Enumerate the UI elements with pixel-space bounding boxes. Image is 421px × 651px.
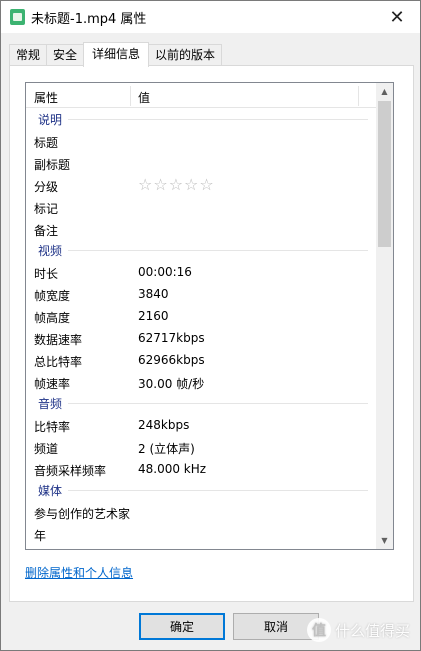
ok-button[interactable]: 确定 — [139, 613, 225, 640]
property-row[interactable]: 比特率 248kbps — [26, 414, 376, 436]
scroll-down-arrow-icon[interactable]: ▼ — [376, 532, 393, 549]
property-name: 帧速率 — [34, 377, 71, 391]
property-name: 标记 — [34, 202, 59, 216]
property-row[interactable]: 分级 ☆☆☆☆☆ — [26, 174, 376, 196]
property-name: 比特率 — [34, 420, 71, 434]
remove-properties-link[interactable]: 删除属性和个人信息 — [25, 564, 133, 581]
section-divider — [68, 403, 368, 404]
property-name: 参与创作的艺术家 — [34, 507, 131, 521]
watermark-text: 什么值得买 — [334, 621, 410, 640]
property-name: 数据速率 — [34, 333, 83, 347]
section-divider — [68, 250, 368, 251]
watermark-logo-icon: 值 — [306, 618, 331, 642]
column-header-value[interactable]: 值 — [138, 89, 150, 106]
property-name: 副标题 — [34, 158, 71, 172]
column-divider[interactable] — [130, 86, 131, 106]
property-row[interactable]: 总比特率 62966kbps — [26, 349, 376, 371]
property-value: 248kbps — [138, 418, 190, 432]
tab-previous-versions[interactable]: 以前的版本 — [148, 44, 223, 66]
property-value: 62717kbps — [138, 331, 205, 345]
property-row[interactable]: 参与创作的艺术家 — [26, 501, 376, 523]
property-row[interactable]: 备注 — [26, 218, 376, 240]
scroll-up-arrow-icon[interactable]: ▲ — [376, 83, 393, 100]
column-divider[interactable] — [358, 86, 359, 106]
close-button[interactable]: ✕ — [374, 1, 420, 33]
property-name: 帧高度 — [34, 311, 71, 325]
property-row[interactable]: 帧速率 30.00 帧/秒 — [26, 371, 376, 393]
property-name: 帧宽度 — [34, 289, 71, 303]
property-row[interactable]: 频道 2 (立体声) — [26, 436, 376, 458]
column-header-property[interactable]: 属性 — [34, 89, 58, 106]
section-video: 视频 — [26, 240, 376, 261]
tab-details[interactable]: 详细信息 — [83, 42, 150, 67]
property-name: 备注 — [34, 224, 59, 238]
property-name: 频道 — [34, 442, 59, 456]
property-value: 2160 — [138, 309, 169, 323]
property-row[interactable]: 帧高度 2160 — [26, 305, 376, 327]
property-name: 音频采样频率 — [34, 464, 107, 478]
property-value: 30.00 帧/秒 — [138, 377, 205, 391]
property-value: 3840 — [138, 287, 169, 301]
section-label: 媒体 — [38, 484, 63, 498]
property-row[interactable]: 副标题 — [26, 152, 376, 174]
property-name: 时长 — [34, 267, 59, 281]
scrollbar-thumb[interactable] — [378, 101, 391, 247]
property-value: 00:00:16 — [138, 265, 192, 279]
property-name: 标题 — [34, 136, 59, 150]
property-value: 48.000 kHz — [138, 462, 207, 476]
property-row[interactable]: 标记 — [26, 196, 376, 218]
section-description: 说明 — [26, 109, 376, 130]
section-audio: 音频 — [26, 393, 376, 414]
properties-dialog: 未标题-1.mp4 属性 ✕ 常规 安全 详细信息 以前的版本 属性 值 说明 … — [0, 0, 421, 651]
property-rows: 说明 标题 副标题 分级 ☆☆☆☆☆ 标记 备注 视频 时长 00:00:16 … — [26, 109, 376, 545]
property-row[interactable]: 年 — [26, 523, 376, 545]
section-divider — [68, 119, 368, 120]
section-label: 音频 — [38, 397, 63, 411]
section-label: 说明 — [38, 113, 63, 127]
property-row[interactable]: 帧宽度 3840 — [26, 283, 376, 305]
property-value: 2 (立体声) — [138, 442, 195, 456]
property-row[interactable]: 时长 00:00:16 — [26, 261, 376, 283]
title-bar[interactable]: 未标题-1.mp4 属性 ✕ — [1, 1, 420, 33]
tab-strip: 常规 安全 详细信息 以前的版本 — [9, 42, 223, 67]
tab-general[interactable]: 常规 — [9, 44, 48, 66]
property-row[interactable]: 音频采样频率 48.000 kHz — [26, 458, 376, 480]
vertical-scrollbar[interactable]: ▲ ▼ — [376, 83, 393, 549]
section-label: 视频 — [38, 244, 63, 258]
watermark: 值 什么值得买 — [306, 618, 410, 642]
rating-stars[interactable]: ☆☆☆☆☆ — [138, 175, 215, 194]
property-name: 总比特率 — [34, 355, 83, 369]
list-header: 属性 值 — [26, 83, 376, 108]
property-row[interactable]: 数据速率 62717kbps — [26, 327, 376, 349]
window-title: 未标题-1.mp4 属性 — [31, 12, 147, 27]
section-divider — [68, 490, 368, 491]
property-value: 62966kbps — [138, 353, 205, 367]
property-name: 年 — [34, 529, 47, 543]
property-row[interactable]: 标题 — [26, 130, 376, 152]
property-name: 分级 — [34, 180, 59, 194]
video-file-icon — [10, 9, 25, 25]
tab-security[interactable]: 安全 — [46, 44, 85, 66]
section-media: 媒体 — [26, 480, 376, 501]
property-list[interactable]: 属性 值 说明 标题 副标题 分级 ☆☆☆☆☆ 标记 备注 视频 时长 00:0… — [25, 82, 394, 550]
